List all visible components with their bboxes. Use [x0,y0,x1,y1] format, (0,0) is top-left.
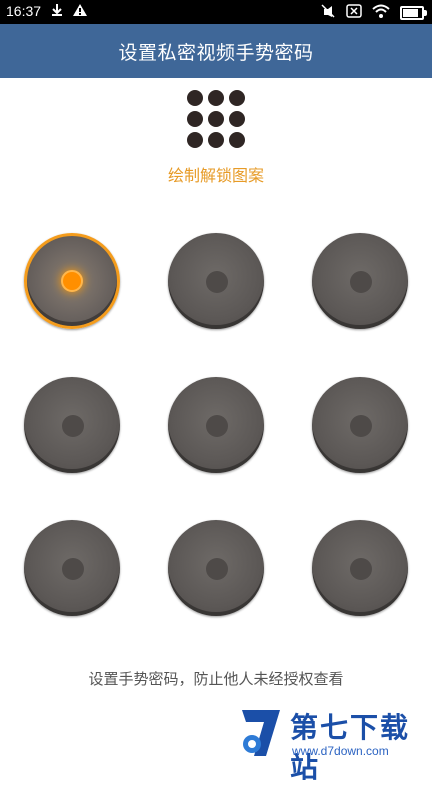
node-center [350,271,372,293]
mute-icon [320,3,336,23]
pattern-node-8[interactable] [168,520,264,616]
node-center [206,558,228,580]
pattern-node-7[interactable] [24,520,120,616]
status-bar: 16:37 [0,0,432,24]
site-watermark: 第七下载站 www.d7down.com [236,704,426,784]
battery-icon [400,6,427,20]
node-center [206,415,228,437]
sim-off-icon [346,4,362,22]
node-center [350,558,372,580]
pattern-node-2[interactable] [168,233,264,329]
node-center [61,270,83,292]
instruction-text: 绘制解锁图案 [167,166,264,185]
node-center [206,271,228,293]
watermark-url: www.d7down.com [292,744,389,758]
pattern-node-4[interactable] [24,377,120,473]
pattern-node-6[interactable] [312,377,408,473]
wifi-icon [372,4,390,22]
download-icon [50,3,64,21]
title-bar: 设置私密视频手势密码 [0,24,432,78]
pattern-node-5[interactable] [168,377,264,473]
node-center [62,415,84,437]
warning-icon [72,3,88,21]
node-center [62,558,84,580]
pattern-node-3[interactable] [312,233,408,329]
watermark-logo-icon [236,704,286,760]
page-title: 设置私密视频手势密码 [118,41,314,64]
hint-text: 设置手势密码，防止他人未经授权查看 [88,670,344,688]
status-time: 16:37 [6,3,42,19]
node-center [350,415,372,437]
pattern-node-1[interactable] [24,233,120,329]
pattern-pad[interactable] [0,210,432,640]
pattern-node-9[interactable] [312,520,408,616]
pattern-grid-icon [187,90,247,150]
